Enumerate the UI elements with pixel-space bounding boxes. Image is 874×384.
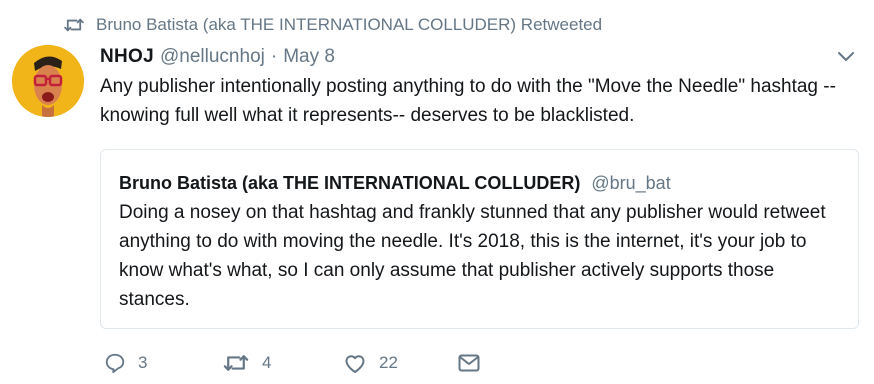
quoted-tweet-text: Doing a nosey on that hashtag and frankl…	[119, 202, 826, 310]
tweet-text: Any publisher intentionally posting anyt…	[100, 76, 836, 126]
retweet-button[interactable]: 4	[222, 353, 343, 373]
retweet-icon	[62, 15, 86, 35]
header-separator: ·	[270, 46, 278, 67]
quoted-tweet-header: Bruno Batista (aka THE INTERNATIONAL COL…	[119, 170, 840, 196]
heart-icon	[343, 352, 367, 374]
tweet-header: NHOJ @nellucnhoj · May 8	[100, 44, 335, 70]
envelope-icon	[458, 354, 480, 372]
retweet-context[interactable]: Bruno Batista (aka THE INTERNATIONAL COL…	[62, 12, 602, 38]
quoted-tweet-card[interactable]: Bruno Batista (aka THE INTERNATIONAL COL…	[100, 149, 859, 329]
like-count: 22	[379, 353, 398, 372]
tweet-actions: 3 4 22	[104, 348, 480, 378]
retweet-context-text: Bruno Batista (aka THE INTERNATIONAL COL…	[96, 15, 603, 34]
avatar[interactable]	[12, 45, 84, 117]
quoted-author-name: Bruno Batista (aka THE INTERNATIONAL COL…	[119, 173, 581, 193]
retweet-count: 4	[262, 353, 272, 372]
chevron-down-icon	[837, 49, 855, 67]
tweet-date[interactable]: May 8	[283, 46, 335, 68]
author-name[interactable]: NHOJ	[100, 46, 154, 68]
quoted-author-handle: @bru_bat	[591, 173, 671, 193]
retweet-icon	[222, 353, 250, 373]
tweet-menu-button[interactable]	[833, 47, 859, 69]
author-handle[interactable]: @nellucnhoj	[160, 46, 265, 68]
reply-icon	[104, 352, 126, 374]
like-button[interactable]: 22	[343, 352, 458, 374]
direct-message-button[interactable]	[458, 354, 480, 372]
reply-button[interactable]: 3	[104, 352, 222, 374]
reply-count: 3	[138, 353, 148, 372]
